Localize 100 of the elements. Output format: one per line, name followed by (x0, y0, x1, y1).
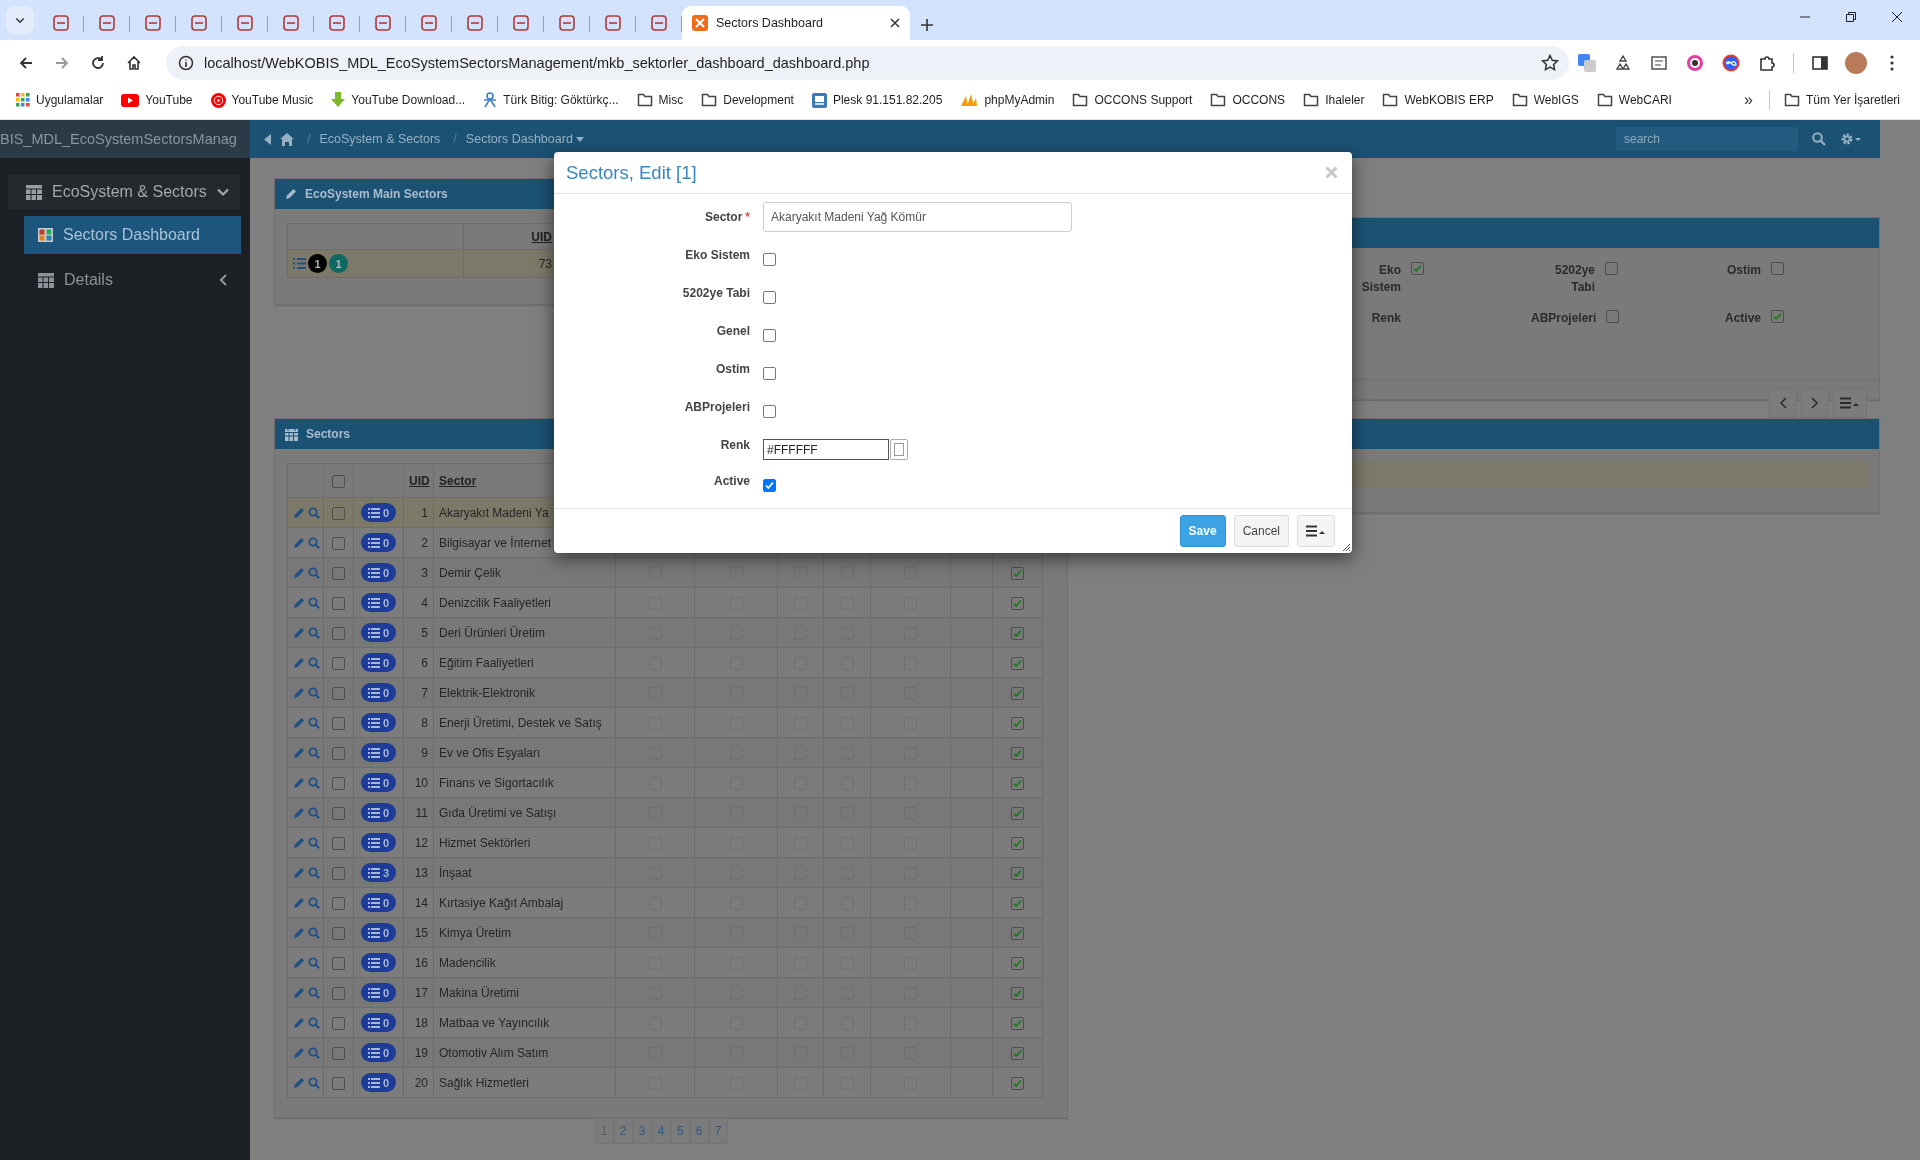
pencil-icon[interactable] (293, 866, 305, 879)
address-bar[interactable]: localhost/WebKOBIS_MDL_EcoSystemSectorsManagement/mkb_sektorler_dashboard_dashboard.php (166, 45, 1569, 80)
checkbox[interactable] (1011, 596, 1024, 610)
bookmark[interactable]: Uygulamalar (10, 90, 110, 110)
settings-icon[interactable] (1840, 132, 1862, 146)
color-picker-button[interactable] (890, 439, 908, 460)
bookmark[interactable]: WebKOBIS ERP (1376, 90, 1500, 110)
home-icon[interactable] (280, 132, 294, 146)
count-badge[interactable]: 0 (360, 683, 397, 702)
checkbox[interactable] (763, 479, 776, 492)
count-badge[interactable]: 3 (360, 863, 397, 882)
checkbox[interactable] (763, 329, 776, 342)
count-badge[interactable]: 0 (360, 623, 397, 642)
count-badge[interactable]: 0 (360, 953, 397, 972)
save-button[interactable]: Save (1179, 515, 1226, 547)
bookmark[interactable]: Misc (630, 90, 690, 110)
star-icon[interactable] (1541, 53, 1559, 72)
bookmark[interactable]: Türk Bitig: Göktürkç... (477, 89, 625, 111)
select-all-checkbox[interactable] (332, 474, 345, 488)
search-icon[interactable] (308, 566, 320, 579)
search-icon[interactable] (308, 806, 320, 819)
count-badge[interactable]: 0 (360, 1043, 397, 1062)
pencil-icon[interactable] (293, 596, 305, 609)
count-badge[interactable]: 0 (360, 593, 397, 612)
bookmark[interactable]: YouTube Music (204, 89, 320, 111)
checkbox[interactable] (332, 1046, 345, 1060)
previous-button[interactable] (1769, 387, 1797, 418)
breadcrumb-link[interactable]: EcoSystem & Sectors (319, 132, 441, 146)
checkbox[interactable] (332, 656, 345, 670)
pencil-icon[interactable] (293, 956, 305, 969)
sector-field[interactable]: Akaryakıt Madeni Yağ Kömür (763, 202, 1072, 232)
checkbox[interactable] (332, 836, 345, 850)
checkbox[interactable] (1605, 262, 1618, 275)
count-badge[interactable]: 0 (360, 563, 397, 582)
bookmark[interactable]: WebCARI (1590, 90, 1678, 110)
count-badge[interactable]: 0 (360, 653, 397, 672)
bookmark[interactable]: OCCONS Support (1066, 90, 1199, 110)
count-badge[interactable]: 0 (360, 1013, 397, 1032)
pencil-icon[interactable] (293, 746, 305, 759)
checkbox[interactable] (332, 746, 345, 760)
search-icon[interactable] (308, 896, 320, 909)
tab-search-button[interactable] (6, 6, 34, 34)
menu-item[interactable]: Details (24, 261, 241, 299)
checkbox[interactable] (332, 686, 345, 700)
search-icon[interactable] (1812, 132, 1826, 146)
plus-icon[interactable] (920, 18, 934, 32)
checkbox[interactable] (332, 896, 345, 910)
checkbox[interactable] (1011, 986, 1024, 1000)
search-icon[interactable] (308, 506, 320, 519)
column-header[interactable]: Sector (439, 473, 477, 488)
search-icon[interactable] (308, 656, 320, 669)
checkbox[interactable] (1011, 566, 1024, 580)
pencil-icon[interactable] (293, 536, 305, 549)
bookmark[interactable]: YouTube Download... (325, 89, 472, 111)
menu-item[interactable]: Sectors Dashboard (24, 216, 241, 254)
menu-group[interactable]: EcoSystem & Sectors (8, 175, 240, 209)
info-icon[interactable] (178, 54, 194, 71)
search-icon[interactable] (308, 956, 320, 969)
checkbox[interactable] (332, 716, 345, 730)
search-icon[interactable] (308, 1016, 320, 1029)
checkbox[interactable] (763, 367, 776, 380)
checkbox[interactable] (1411, 262, 1424, 275)
checkbox[interactable] (332, 596, 345, 610)
checkbox[interactable] (1011, 686, 1024, 700)
search-icon[interactable] (308, 1046, 320, 1059)
checkbox[interactable] (1606, 310, 1620, 323)
search-icon[interactable] (308, 626, 320, 639)
pencil-icon[interactable] (293, 1046, 305, 1059)
bookmark[interactable]: phpMyAdmin (954, 90, 1061, 110)
checkbox[interactable] (332, 626, 345, 640)
count-badge[interactable]: 0 (360, 1073, 397, 1092)
checkbox[interactable] (763, 405, 776, 418)
checkbox[interactable] (332, 956, 345, 970)
pencil-icon[interactable] (293, 836, 305, 849)
checkbox[interactable] (1011, 926, 1024, 940)
pencil-icon[interactable] (293, 1016, 305, 1029)
count-badge[interactable]: 0 (360, 713, 397, 732)
checkbox[interactable] (1011, 776, 1024, 790)
pencil-icon[interactable] (293, 806, 305, 819)
checkbox[interactable] (1011, 626, 1024, 640)
search-icon[interactable] (308, 746, 320, 759)
search-icon[interactable] (308, 716, 320, 729)
checkbox[interactable] (332, 536, 345, 550)
checkbox[interactable] (1011, 1076, 1024, 1090)
pencil-icon[interactable] (293, 926, 305, 939)
list-icon[interactable] (293, 258, 306, 269)
next-button[interactable] (1801, 387, 1829, 418)
checkbox[interactable] (332, 866, 345, 880)
search-field[interactable]: search (1616, 127, 1798, 151)
checkbox[interactable] (1011, 896, 1024, 910)
tab[interactable]: Sectors Dashboard (682, 6, 910, 40)
checkbox[interactable] (332, 806, 345, 820)
search-icon[interactable] (308, 686, 320, 699)
bookmark[interactable]: Plesk 91.151.82.205 (805, 89, 949, 111)
pencil-icon[interactable] (293, 1076, 305, 1089)
count-badge[interactable]: 0 (360, 833, 397, 852)
breadcrumb-link[interactable]: Sectors Dashboard (465, 132, 584, 146)
count-badge[interactable]: 0 (360, 803, 397, 822)
pencil-icon[interactable] (293, 716, 305, 729)
count-badge[interactable]: 0 (360, 533, 397, 552)
